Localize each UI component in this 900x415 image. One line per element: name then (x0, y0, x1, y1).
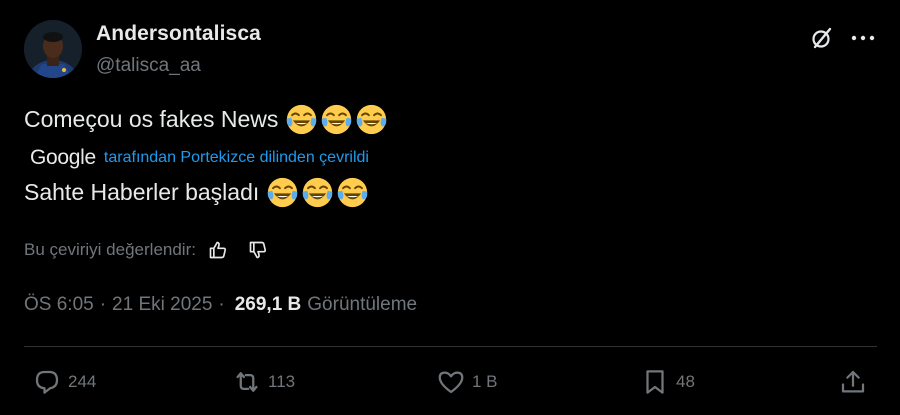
tears-of-joy-emoji-icon (303, 177, 333, 208)
avatar-image (24, 20, 82, 78)
like-count: 1 B (472, 372, 498, 391)
views-label[interactable]: Görüntüleme (307, 294, 417, 316)
like-button[interactable]: 1 B (436, 364, 498, 400)
reply-icon (35, 370, 59, 394)
tears-of-joy-emoji-icon (322, 104, 352, 135)
author-handle[interactable]: @talisca_aa (96, 55, 201, 77)
tweet-card: Andersontalisca @talisca_aa Começou os f… (0, 0, 900, 415)
tears-of-joy-emoji-icon (357, 104, 387, 135)
thumbs-down-icon (249, 241, 266, 259)
reply-button[interactable]: 244 (32, 364, 96, 400)
tweet-emoji-group (286, 104, 387, 135)
bookmark-count: 48 (676, 372, 695, 391)
tweet-meta: ÖS 6:05 · 21 Eki 2025 · 269,1 B Görüntül… (24, 294, 417, 316)
views-count[interactable]: 269,1 B (235, 294, 302, 316)
translation-attribution: Google tarafından Portekizce dilinden çe… (30, 146, 369, 170)
heart-icon (438, 371, 464, 394)
translated-text-content: Sahte Haberler başladı (24, 179, 260, 205)
meta-separator: · (99, 294, 107, 315)
divider (24, 346, 877, 347)
bookmark-icon (646, 370, 664, 394)
retweet-count: 113 (268, 372, 296, 391)
tweet-time[interactable]: ÖS 6:05 (24, 294, 94, 316)
rate-translation-label: Bu çeviriyi değerlendir: (24, 240, 196, 259)
retweet-button[interactable]: 113 (232, 364, 295, 400)
thumbs-up-button[interactable] (206, 238, 230, 262)
rate-translation-row: Bu çeviriyi değerlendir: (24, 238, 286, 262)
more-dots-icon (851, 35, 875, 41)
tears-of-joy-emoji-icon (338, 177, 368, 208)
tears-of-joy-emoji-icon (287, 104, 317, 135)
thumbs-up-icon (209, 241, 226, 259)
grok-slash-icon (812, 27, 832, 49)
tweet-date[interactable]: 21 Eki 2025 (112, 294, 212, 316)
tweet-text-content: Começou os fakes News (24, 106, 279, 132)
share-icon (841, 370, 865, 393)
share-button[interactable] (838, 364, 868, 400)
action-bar: 244 113 1 B 48 (0, 364, 900, 404)
retweet-icon (236, 372, 258, 392)
translated-text: Sahte Haberler başladı (24, 177, 368, 208)
meta-separator: · (218, 294, 225, 315)
reply-count: 244 (68, 372, 97, 391)
tweet-text: Começou os fakes News (24, 104, 387, 135)
avatar[interactable] (24, 20, 82, 78)
grok-button[interactable] (808, 24, 836, 52)
author-display-name[interactable]: Andersontalisca (96, 22, 261, 46)
google-logo: Google (30, 146, 96, 169)
translated-emoji-group (267, 177, 368, 208)
thumbs-down-button[interactable] (246, 238, 270, 262)
tears-of-joy-emoji-icon (268, 177, 298, 208)
translation-source-link[interactable]: tarafından Portekizce dilinden çevrildi (104, 149, 369, 167)
bookmark-button[interactable]: 48 (640, 364, 695, 400)
more-options-button[interactable] (848, 24, 878, 52)
